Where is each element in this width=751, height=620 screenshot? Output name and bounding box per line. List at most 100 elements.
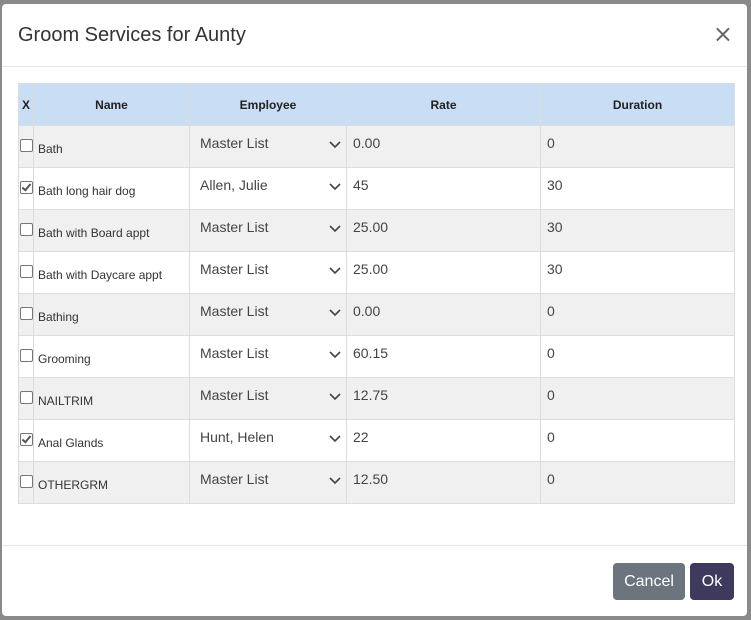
- employee-select[interactable]: Master List: [200, 387, 342, 403]
- table-row: Bath Master List 0.00 0: [18, 125, 735, 168]
- column-header-x: X: [18, 83, 34, 126]
- employee-select-value: Master List: [200, 345, 269, 361]
- select-cell: [18, 419, 34, 462]
- employee-cell: Master List: [189, 461, 347, 504]
- rate-input[interactable]: 0.00: [346, 125, 541, 168]
- row-select-checkbox[interactable]: [19, 181, 33, 194]
- select-cell: [18, 335, 34, 378]
- service-name: Grooming: [33, 335, 190, 378]
- employee-select-value: Master List: [200, 261, 269, 277]
- dialog-header: Groom Services for Aunty ×: [2, 4, 747, 67]
- column-header-duration: Duration: [540, 83, 735, 126]
- employee-select[interactable]: Master List: [200, 135, 342, 151]
- rate-input[interactable]: 60.15: [346, 335, 541, 378]
- employee-select[interactable]: Master List: [200, 261, 342, 277]
- row-select-checkbox[interactable]: [19, 391, 33, 404]
- employee-cell: Master List: [189, 377, 347, 420]
- employee-select[interactable]: Hunt, Helen: [200, 429, 342, 445]
- column-header-employee: Employee: [189, 83, 347, 126]
- chevron-down-icon: [329, 183, 341, 191]
- employee-select-value: Master List: [200, 135, 269, 151]
- employee-cell: Master List: [189, 293, 347, 336]
- table-row: NAILTRIM Master List 12.75 0: [18, 377, 735, 420]
- select-cell: [18, 167, 34, 210]
- duration-input[interactable]: 0: [540, 293, 735, 336]
- table-row: Bath with Daycare appt Master List 25.00 30: [18, 251, 735, 294]
- row-select-checkbox[interactable]: [19, 433, 33, 446]
- select-cell: [18, 293, 34, 336]
- chevron-down-icon: [329, 267, 341, 275]
- rate-input[interactable]: 45: [346, 167, 541, 210]
- select-cell: [18, 377, 34, 420]
- employee-select[interactable]: Master List: [200, 471, 342, 487]
- table-row: Bath long hair dog Allen, Julie 45 30: [18, 167, 735, 210]
- employee-select[interactable]: Master List: [200, 219, 342, 235]
- groom-services-dialog: Groom Services for Aunty × X Name Employ…: [2, 4, 747, 616]
- employee-cell: Hunt, Helen: [189, 419, 347, 462]
- chevron-down-icon: [329, 393, 341, 401]
- employee-cell: Master List: [189, 125, 347, 168]
- row-select-checkbox[interactable]: [19, 307, 33, 320]
- row-select-checkbox[interactable]: [19, 223, 33, 236]
- rate-input[interactable]: 25.00: [346, 251, 541, 294]
- service-name: Bath with Daycare appt: [33, 251, 190, 294]
- service-name: Anal Glands: [33, 419, 190, 462]
- employee-select-value: Master List: [200, 471, 269, 487]
- chevron-down-icon: [329, 477, 341, 485]
- duration-input[interactable]: 0: [540, 419, 735, 462]
- employee-cell: Master List: [189, 251, 347, 294]
- dialog-footer: Cancel Ok: [2, 545, 747, 617]
- table-row: OTHERGRM Master List 12.50 0: [18, 461, 735, 504]
- dialog-title: Groom Services for Aunty: [18, 24, 246, 46]
- duration-input[interactable]: 30: [540, 209, 735, 252]
- employee-cell: Master List: [189, 335, 347, 378]
- chevron-down-icon: [329, 435, 341, 443]
- select-cell: [18, 461, 34, 504]
- employee-select-value: Hunt, Helen: [200, 429, 274, 445]
- service-name: Bathing: [33, 293, 190, 336]
- service-name: NAILTRIM: [33, 377, 190, 420]
- service-name: Bath long hair dog: [33, 167, 190, 210]
- duration-input[interactable]: 30: [540, 167, 735, 210]
- duration-input[interactable]: 30: [540, 251, 735, 294]
- service-name: OTHERGRM: [33, 461, 190, 504]
- employee-select[interactable]: Allen, Julie: [200, 177, 342, 193]
- employee-select[interactable]: Master List: [200, 303, 342, 319]
- table-row: Anal Glands Hunt, Helen 22 0: [18, 419, 735, 462]
- column-header-name: Name: [33, 83, 190, 126]
- select-cell: [18, 209, 34, 252]
- service-name: Bath with Board appt: [33, 209, 190, 252]
- dialog-body: X Name Employee Rate Duration Bath Master…: [18, 83, 735, 504]
- rate-input[interactable]: 0.00: [346, 293, 541, 336]
- select-cell: [18, 125, 34, 168]
- employee-select-value: Master List: [200, 303, 269, 319]
- employee-select-value: Master List: [200, 219, 269, 235]
- duration-input[interactable]: 0: [540, 125, 735, 168]
- employee-select[interactable]: Master List: [200, 345, 342, 361]
- rate-input[interactable]: 22: [346, 419, 541, 462]
- close-icon[interactable]: ×: [713, 22, 733, 46]
- row-select-checkbox[interactable]: [19, 139, 33, 152]
- employee-cell: Allen, Julie: [189, 167, 347, 210]
- employee-cell: Master List: [189, 209, 347, 252]
- table-row: Bathing Master List 0.00 0: [18, 293, 735, 336]
- table-row: Bath with Board appt Master List 25.00 30: [18, 209, 735, 252]
- cancel-button[interactable]: Cancel: [613, 563, 685, 600]
- row-select-checkbox[interactable]: [19, 265, 33, 278]
- row-select-checkbox[interactable]: [19, 475, 33, 488]
- chevron-down-icon: [329, 309, 341, 317]
- services-table: X Name Employee Rate Duration Bath Master…: [18, 83, 735, 504]
- employee-select-value: Master List: [200, 387, 269, 403]
- select-cell: [18, 251, 34, 294]
- rate-input[interactable]: 12.50: [346, 461, 541, 504]
- duration-input[interactable]: 0: [540, 335, 735, 378]
- duration-input[interactable]: 0: [540, 377, 735, 420]
- rate-input[interactable]: 12.75: [346, 377, 541, 420]
- table-header-row: X Name Employee Rate Duration: [18, 83, 735, 126]
- duration-input[interactable]: 0: [540, 461, 735, 504]
- rate-input[interactable]: 25.00: [346, 209, 541, 252]
- employee-select-value: Allen, Julie: [200, 177, 268, 193]
- row-select-checkbox[interactable]: [19, 349, 33, 362]
- service-name: Bath: [33, 125, 190, 168]
- ok-button[interactable]: Ok: [690, 563, 734, 600]
